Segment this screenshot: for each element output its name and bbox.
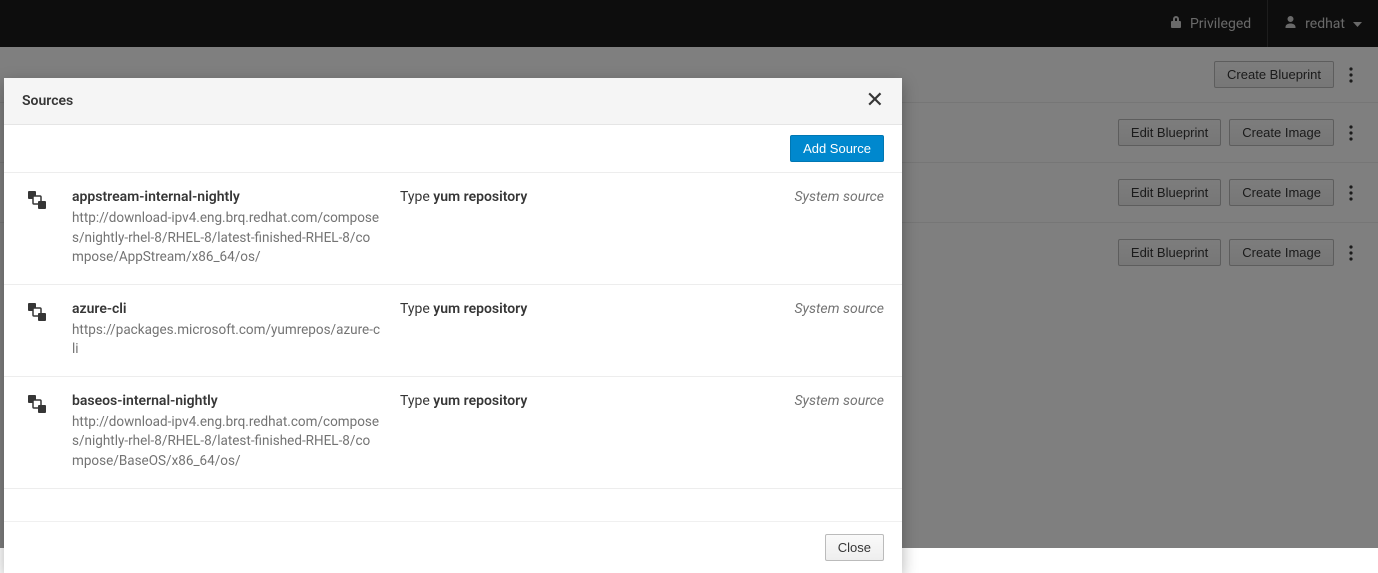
source-main: baseos-internal-nightly http://download-… (72, 393, 382, 472)
modal-header: Sources ✕ (4, 78, 902, 125)
modal-footer: Close (4, 521, 902, 573)
source-list: appstream-internal-nightly http://downlo… (4, 173, 902, 489)
modal-title: Sources (22, 93, 73, 109)
type-value: yum repository (433, 301, 527, 317)
source-type: Type yum repository (400, 393, 640, 472)
source-main: appstream-internal-nightly http://downlo… (72, 189, 382, 268)
add-source-button[interactable]: Add Source (790, 135, 884, 162)
type-prefix: Type (400, 393, 433, 409)
source-row: baseos-internal-nightly http://download-… (4, 377, 902, 489)
source-url: http://download-ipv4.eng.brq.redhat.com/… (72, 413, 382, 472)
source-main: azure-cli https://packages.microsoft.com… (72, 301, 382, 360)
type-prefix: Type (400, 189, 433, 205)
source-type: Type yum repository (400, 189, 640, 268)
repository-icon (22, 301, 54, 360)
source-name: azure-cli (72, 301, 382, 317)
type-value: yum repository (433, 189, 527, 205)
system-source-badge: System source (658, 189, 884, 268)
source-row: appstream-internal-nightly http://downlo… (4, 173, 902, 285)
repository-icon (22, 189, 54, 268)
source-url: https://packages.microsoft.com/yumrepos/… (72, 321, 382, 360)
close-button[interactable]: Close (825, 534, 884, 561)
modal-toolbar: Add Source (4, 125, 902, 173)
system-source-badge: System source (658, 301, 884, 360)
source-url: http://download-ipv4.eng.brq.redhat.com/… (72, 209, 382, 268)
source-row: azure-cli https://packages.microsoft.com… (4, 285, 902, 377)
source-name: appstream-internal-nightly (72, 189, 382, 205)
source-type: Type yum repository (400, 301, 640, 360)
sources-modal: Sources ✕ Add Source appstream-internal-… (4, 78, 902, 573)
system-source-badge: System source (658, 393, 884, 472)
repository-icon (22, 393, 54, 472)
close-icon[interactable]: ✕ (866, 90, 884, 112)
type-value: yum repository (433, 393, 527, 409)
source-name: baseos-internal-nightly (72, 393, 382, 409)
type-prefix: Type (400, 301, 433, 317)
